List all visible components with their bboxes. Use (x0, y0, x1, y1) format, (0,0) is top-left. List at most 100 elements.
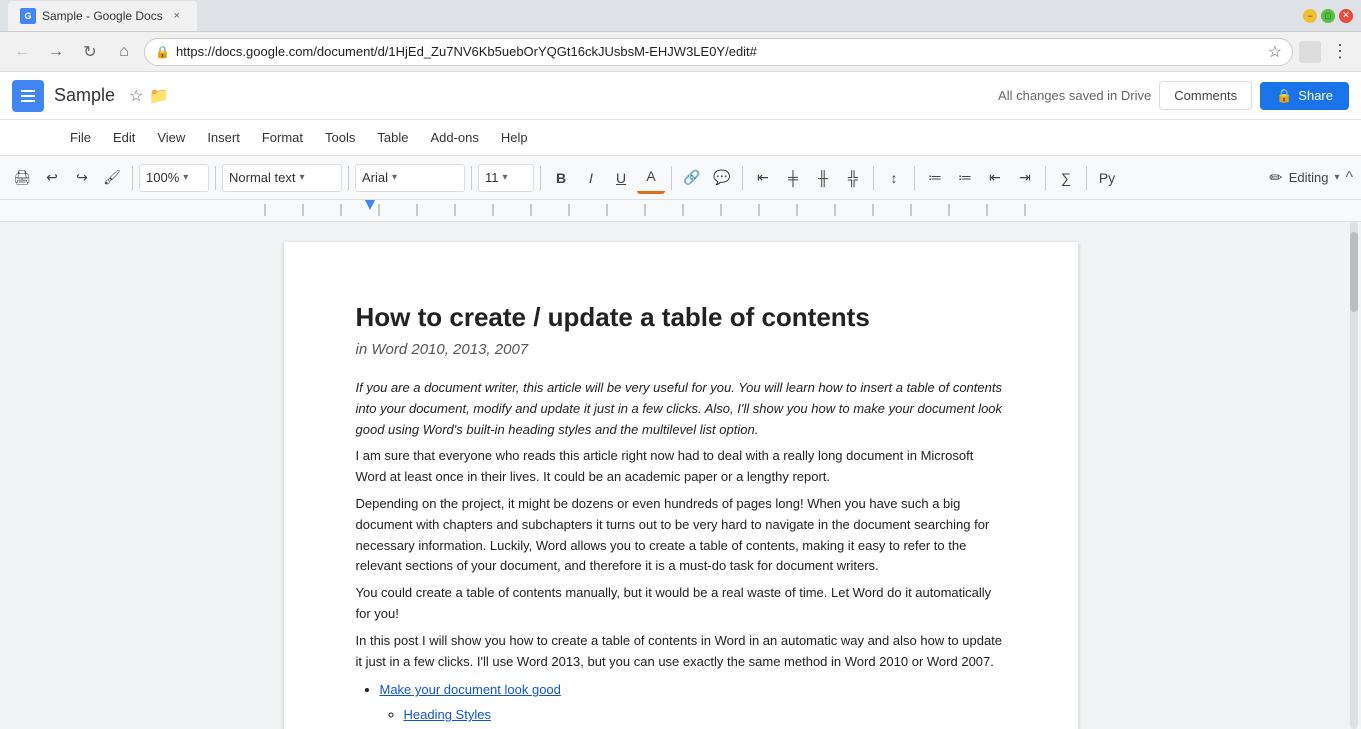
bookmark-icon[interactable]: ☆ (1268, 42, 1282, 62)
print-button[interactable]: 🖨 (8, 162, 36, 194)
forward-button[interactable]: → (42, 38, 70, 66)
scrollbar[interactable] (1346, 222, 1361, 729)
text-color-button[interactable]: A (637, 162, 665, 194)
line-spacing-button[interactable]: ↕ (880, 162, 908, 194)
style-select[interactable]: Normal text ▾ (222, 164, 342, 192)
doc-title: Sample (54, 85, 115, 106)
browser-menu-button[interactable]: ⋮ (1327, 41, 1353, 62)
hamburger-menu-button[interactable] (12, 80, 44, 112)
star-icon[interactable]: ☆ (129, 86, 143, 106)
paragraph-2: Depending on the project, it might be do… (356, 494, 1006, 577)
increase-indent-button[interactable]: ⇥ (1011, 162, 1039, 194)
menu-tools[interactable]: Tools (315, 126, 365, 149)
text-color-label: A (646, 168, 655, 184)
comments-button[interactable]: Comments (1159, 81, 1252, 110)
italic-button[interactable]: I (577, 162, 605, 194)
active-tab[interactable]: G Sample - Google Docs × (8, 1, 197, 31)
align-justify-button[interactable]: ╬ (839, 162, 867, 194)
list-item-1-link[interactable]: Make your document look good (380, 682, 561, 697)
font-select[interactable]: Arial ▾ (355, 164, 465, 192)
separator-5 (540, 166, 541, 190)
menu-help[interactable]: Help (491, 126, 538, 149)
appbar-right: All changes saved in Drive Comments 🔒 Sh… (998, 81, 1349, 110)
doc-subtitle: in Word 2010, 2013, 2007 (356, 341, 1006, 358)
bullet-list-button[interactable]: ≔ (951, 162, 979, 194)
titlebar: G Sample - Google Docs × − □ ✕ (0, 0, 1361, 32)
formula-button[interactable]: ∑ (1052, 162, 1080, 194)
zoom-select[interactable]: 100% ▾ (139, 164, 209, 192)
reload-button[interactable]: ↻ (76, 38, 104, 66)
menu-edit[interactable]: Edit (103, 126, 145, 149)
share-lock-icon: 🔒 (1276, 88, 1292, 104)
lock-icon: 🔒 (155, 45, 170, 59)
editing-mode-group: ✏ Editing ▾ ^ (1269, 168, 1353, 188)
title-icon-group: ☆ 📁 (129, 86, 169, 106)
underline-button[interactable]: U (607, 162, 635, 194)
menubar: File Edit View Insert Format Tools Table… (0, 120, 1361, 156)
decrease-indent-button[interactable]: ⇤ (981, 162, 1009, 194)
share-label: Share (1298, 88, 1333, 103)
tab-title: Sample - Google Docs (42, 9, 163, 23)
paint-format-button[interactable]: 🖌 (98, 162, 126, 194)
tab-favicon: G (20, 8, 36, 24)
maximize-button[interactable]: □ (1321, 9, 1335, 23)
bullet-list: Make your document look good Heading Sty… (380, 680, 1006, 729)
scrollbar-track[interactable] (1350, 222, 1358, 729)
toolbar: 🖨 ↩ ↪ 🖌 100% ▾ Normal text ▾ Arial ▾ 11 … (0, 156, 1361, 200)
menu-addons[interactable]: Add-ons (420, 126, 488, 149)
document-page: How to create / update a table of conten… (284, 242, 1078, 729)
folder-icon[interactable]: 📁 (149, 86, 169, 106)
insert-link-button[interactable]: 🔗 (678, 162, 706, 194)
scrollbar-thumb[interactable] (1350, 232, 1358, 312)
list-item-1: Make your document look good Heading Sty… (380, 680, 1006, 729)
style-value: Normal text (229, 170, 295, 185)
font-size-select[interactable]: 11 ▾ (478, 164, 534, 192)
home-button[interactable]: ⌂ (110, 38, 138, 66)
paragraph-3: You could create a table of contents man… (356, 583, 1006, 625)
minimize-button[interactable]: − (1303, 9, 1317, 23)
ruler (0, 200, 1361, 222)
redo-button[interactable]: ↪ (68, 162, 96, 194)
menu-insert[interactable]: Insert (197, 126, 250, 149)
separator-9 (914, 166, 915, 190)
extension-icons (1299, 41, 1321, 63)
bold-button[interactable]: B (547, 162, 575, 194)
separator-4 (471, 166, 472, 190)
close-button[interactable]: ✕ (1339, 9, 1353, 23)
sub-list-item-1-link[interactable]: Heading Styles (404, 707, 491, 722)
zoom-value: 100% (146, 170, 179, 185)
editing-chevron-icon[interactable]: ▾ (1334, 172, 1339, 183)
align-right-button[interactable]: ╫ (809, 162, 837, 194)
zoom-chevron-icon: ▾ (183, 172, 188, 183)
paragraph-1: I am sure that everyone who reads this a… (356, 446, 1006, 488)
sub-bullet-list-1: Heading Styles Multilevel Listing Why sh… (404, 705, 1006, 729)
undo-button[interactable]: ↩ (38, 162, 66, 194)
share-button[interactable]: 🔒 Share (1260, 82, 1349, 110)
align-left-button[interactable]: ⇤ (749, 162, 777, 194)
align-center-button[interactable]: ╪ (779, 162, 807, 194)
content-area: How to create / update a table of conten… (0, 222, 1361, 729)
menu-view[interactable]: View (147, 126, 195, 149)
tab-close-button[interactable]: × (169, 8, 185, 24)
saved-status: All changes saved in Drive (998, 88, 1151, 103)
extension-icon-1[interactable] (1299, 41, 1321, 63)
docs-appbar: Sample ☆ 📁 All changes saved in Drive Co… (0, 72, 1361, 120)
menu-format[interactable]: Format (252, 126, 313, 149)
separator-1 (132, 166, 133, 190)
menu-table[interactable]: Table (367, 126, 418, 149)
separator-3 (348, 166, 349, 190)
python-label: Py (1099, 170, 1115, 186)
tab-strip: G Sample - Google Docs × (8, 1, 1303, 31)
doc-body: If you are a document writer, this artic… (356, 378, 1006, 729)
menu-file[interactable]: File (60, 126, 101, 149)
numbered-list-button[interactable]: ≔ (921, 162, 949, 194)
python-button[interactable]: Py (1093, 162, 1121, 194)
insert-comment-button[interactable]: 💬 (708, 162, 736, 194)
editing-mode-label: Editing (1289, 170, 1329, 185)
collapse-toolbar-button[interactable]: ^ (1345, 169, 1353, 187)
document-wrapper[interactable]: How to create / update a table of conten… (15, 222, 1346, 729)
style-chevron-icon: ▾ (299, 172, 304, 183)
back-button[interactable]: ← (8, 38, 36, 66)
separator-8 (873, 166, 874, 190)
address-bar[interactable]: 🔒 https://docs.google.com/document/d/1Hj… (144, 38, 1293, 66)
